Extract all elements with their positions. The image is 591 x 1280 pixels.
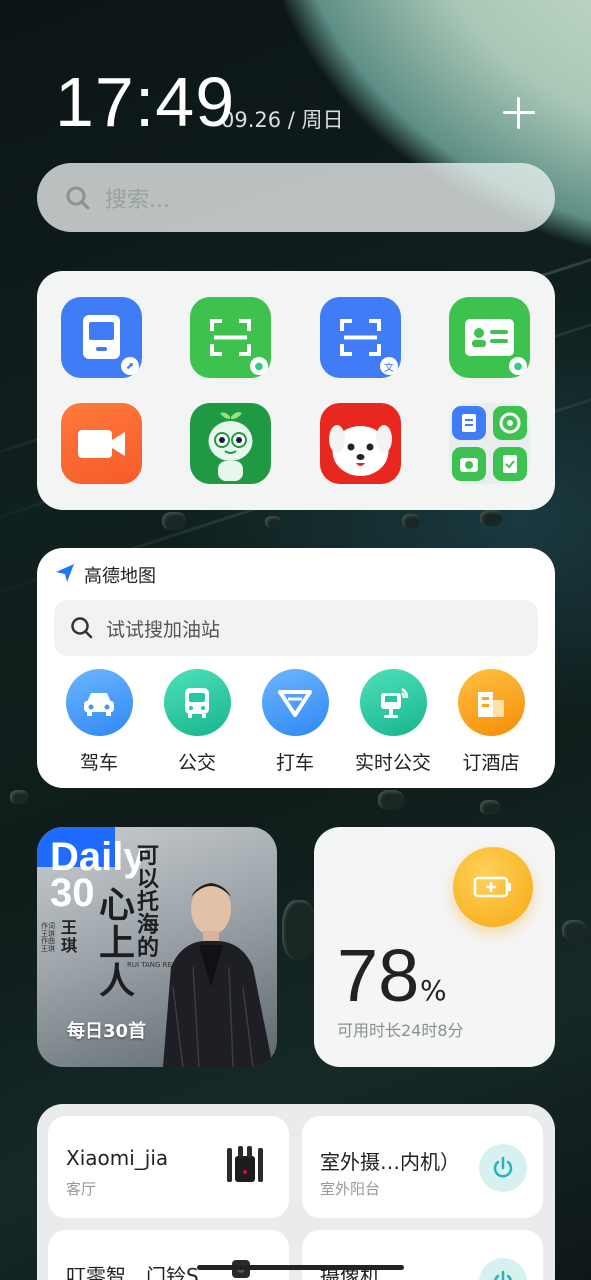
album-credit: 作词 王琪 作曲 王琪 bbox=[41, 922, 55, 954]
jd-app[interactable] bbox=[320, 403, 401, 484]
battery-widget[interactable]: 78 % 可用时长24时8分 bbox=[314, 827, 555, 1067]
map-action-label: 订酒店 bbox=[462, 752, 520, 774]
scan-translate-app[interactable]: 文 bbox=[320, 297, 401, 378]
link-badge-icon: ⬈ bbox=[121, 357, 139, 375]
device-tile-doorbell[interactable]: 叮零智…门铃S bbox=[48, 1230, 289, 1280]
map-action-taxi[interactable]: 打车 bbox=[250, 669, 340, 775]
wechat-scan-app[interactable]: ● bbox=[190, 297, 271, 378]
asteroid bbox=[282, 900, 316, 960]
wechat-badge-icon: ● bbox=[509, 357, 527, 375]
battery-unit: % bbox=[420, 974, 447, 1007]
device-tile-camera[interactable]: 摄像机 bbox=[302, 1230, 543, 1280]
daily30-music-widget[interactable]: Daily 30 可以托海的 心上人 王琪 作词 王琪 作曲 王琪 RUI TA… bbox=[37, 827, 277, 1067]
device-name: 摄像机 bbox=[320, 1264, 380, 1280]
realtime-bus-icon bbox=[359, 669, 427, 736]
power-icon bbox=[493, 1156, 513, 1178]
map-action-drive[interactable]: 驾车 bbox=[54, 669, 144, 775]
battery-remaining-time: 可用时长24时8分 bbox=[337, 1021, 464, 1040]
wechat-id-card-app[interactable]: ● bbox=[449, 297, 530, 378]
checklist-icon bbox=[493, 447, 527, 481]
map-widget-title: 高德地图 bbox=[84, 566, 156, 587]
app-folder[interactable] bbox=[449, 403, 530, 484]
battery-saver-icon bbox=[453, 847, 533, 927]
map-action-label: 打车 bbox=[275, 752, 314, 774]
map-action-realtime-bus[interactable]: 实时公交 bbox=[348, 669, 438, 775]
power-button[interactable] bbox=[479, 1144, 527, 1192]
add-widget-button[interactable] bbox=[500, 94, 538, 132]
device-room: 客厅 bbox=[66, 1180, 97, 1198]
router-icon bbox=[227, 1146, 263, 1182]
asteroid bbox=[480, 800, 500, 815]
document-scan-icon bbox=[452, 406, 486, 440]
bus-icon bbox=[163, 669, 231, 736]
wechat-badge-icon: ● bbox=[250, 357, 268, 375]
device-tile-outdoor-camera[interactable]: 室外摄…内机） 室外阳台 bbox=[302, 1116, 543, 1218]
map-action-label: 公交 bbox=[177, 752, 216, 774]
power-button[interactable] bbox=[479, 1258, 527, 1280]
camera-icon bbox=[452, 447, 486, 481]
clock-date: 09.26 / 周日 bbox=[221, 108, 344, 132]
aperture-icon bbox=[493, 406, 527, 440]
smart-home-widget: Xiaomi_jia 客厅 室外摄…内机） 室外阳台 叮零智…门铃S 摄像机 bbox=[37, 1104, 555, 1280]
map-action-hotel[interactable]: 订酒店 bbox=[446, 669, 536, 775]
map-action-label: 驾车 bbox=[79, 752, 118, 774]
album-artist: 王琪 bbox=[61, 918, 78, 955]
hotel-icon bbox=[457, 669, 525, 736]
video-camera-icon bbox=[78, 430, 125, 458]
device-name: Xiaomi_jia bbox=[66, 1146, 169, 1170]
asteroid bbox=[480, 510, 502, 526]
global-search-bar[interactable]: 搜索... bbox=[37, 163, 555, 232]
app-shortcuts-card: ⬈ ● 文 ● bbox=[37, 271, 555, 510]
search-icon bbox=[66, 186, 90, 209]
jd-dog-icon bbox=[329, 425, 392, 476]
device-room: 室外阳台 bbox=[320, 1180, 381, 1198]
navigation-arrow-icon bbox=[56, 564, 74, 582]
robot-assistant-app[interactable] bbox=[190, 403, 271, 484]
asteroid bbox=[378, 790, 404, 810]
map-action-bus[interactable]: 公交 bbox=[152, 669, 242, 775]
album-title-main: 心上人 bbox=[99, 884, 136, 1002]
device-name: 室外摄…内机） bbox=[320, 1150, 460, 1174]
video-call-app[interactable] bbox=[61, 403, 142, 484]
amap-widget: 高德地图 试试搜加油站 驾车 公交 打车 实时公交 订酒店 bbox=[37, 548, 555, 788]
taxi-icon bbox=[261, 669, 329, 736]
search-icon bbox=[71, 617, 93, 639]
device-tile-router[interactable]: Xiaomi_jia 客厅 bbox=[48, 1116, 289, 1218]
car-icon bbox=[65, 669, 133, 736]
asteroid bbox=[402, 514, 420, 528]
artist-photo bbox=[163, 883, 273, 1067]
battery-percentage: 78 bbox=[337, 934, 420, 1017]
asteroid bbox=[265, 516, 281, 528]
daily-caption: 每日30首 bbox=[67, 1021, 147, 1042]
asteroid bbox=[10, 790, 28, 804]
search-placeholder: 搜索... bbox=[105, 187, 170, 213]
home-indicator-bar[interactable] bbox=[197, 1265, 404, 1270]
power-icon bbox=[494, 1270, 512, 1280]
transit-card-app[interactable]: ⬈ bbox=[61, 297, 142, 378]
clock-time: 17:49 bbox=[55, 63, 236, 141]
robot-mascot-icon bbox=[208, 412, 253, 481]
map-search-placeholder: 试试搜加油站 bbox=[106, 618, 221, 641]
map-search-input[interactable]: 试试搜加油站 bbox=[54, 600, 538, 656]
device-name: 叮零智…门铃S bbox=[66, 1264, 199, 1280]
asteroid bbox=[162, 512, 186, 530]
translate-badge-icon: 文 bbox=[380, 357, 398, 375]
map-action-label: 实时公交 bbox=[354, 752, 431, 774]
asteroid bbox=[562, 920, 586, 940]
